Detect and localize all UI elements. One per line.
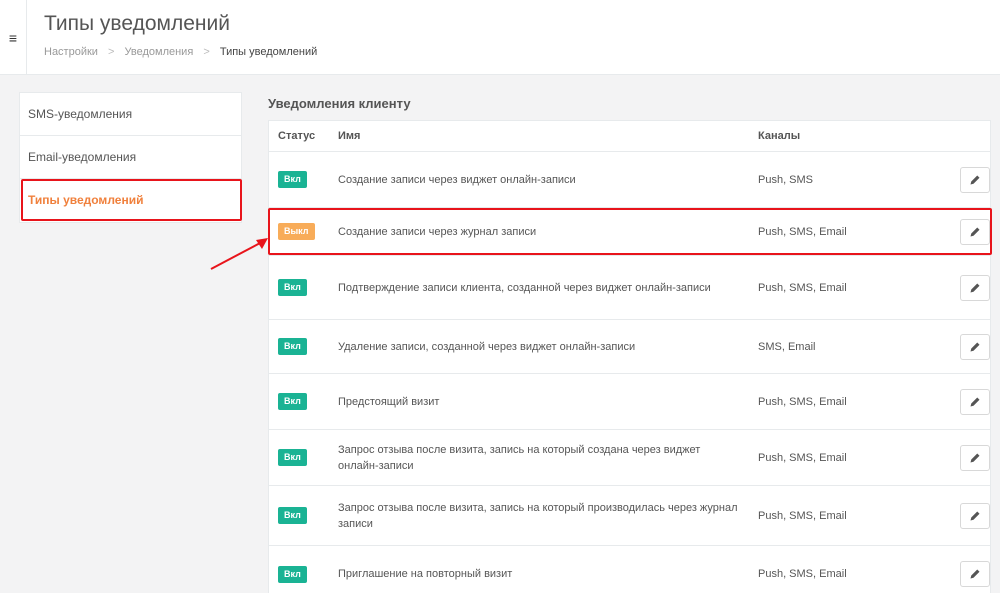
edit-button[interactable] xyxy=(960,502,990,529)
pencil-icon xyxy=(970,511,980,520)
notification-channels: Push, SMS, Email xyxy=(758,281,847,294)
table-row: Вкл Приглашение на повторный визит Push,… xyxy=(269,546,990,593)
notification-channels: SMS, Email xyxy=(758,340,816,353)
edit-button[interactable] xyxy=(960,388,990,415)
notification-channels: Push, SMS, Email xyxy=(758,451,847,464)
pencil-icon xyxy=(970,342,980,351)
table-row: Вкл Удаление записи, созданной через вид… xyxy=(269,320,990,374)
status-badge[interactable]: Вкл xyxy=(278,449,307,466)
status-badge[interactable]: Выкл xyxy=(278,223,315,240)
edit-button[interactable] xyxy=(960,333,990,360)
table-row: Вкл Запрос отзыва после визита, запись н… xyxy=(269,486,990,546)
table-row: Вкл Подтверждение записи клиента, создан… xyxy=(269,256,990,320)
header-channels: Каналы xyxy=(758,130,801,142)
breadcrumb-separator: > xyxy=(203,46,210,58)
notification-name: Создание записи через журнал записи xyxy=(338,225,537,238)
pencil-icon xyxy=(970,569,980,579)
top-bar: ≡ Типы уведомлений Настройки > Уведомлен… xyxy=(0,0,1000,75)
notification-channels: Push, SMS, Email xyxy=(758,395,847,408)
edit-button[interactable] xyxy=(960,218,990,245)
breadcrumb-item-notifications[interactable]: Уведомления xyxy=(125,46,194,58)
edit-button[interactable] xyxy=(960,561,990,587)
section-title: Уведомления клиенту xyxy=(268,96,411,111)
hamburger-icon: ≡ xyxy=(8,29,18,46)
notification-name: Предстоящий визит xyxy=(338,395,440,408)
notification-channels: Push, SMS, Email xyxy=(758,509,847,522)
notification-name: Приглашение на повторный визит xyxy=(338,568,513,580)
breadcrumb-item-current: Типы уведомлений xyxy=(219,46,318,58)
header-name: Имя xyxy=(338,130,361,142)
notification-name: Создание записи через виджет онлайн-запи… xyxy=(338,173,576,186)
table-row: Вкл Предстоящий визит Push, SMS, Email xyxy=(269,374,990,430)
status-badge[interactable]: Вкл xyxy=(278,171,307,188)
breadcrumb: Настройки > Уведомления > Типы уведомлен… xyxy=(44,46,317,58)
edit-button[interactable] xyxy=(960,274,990,301)
table-header: Статус Имя Каналы xyxy=(269,121,990,152)
notifications-table: Статус Имя Каналы Вкл Создание записи че… xyxy=(268,120,991,593)
notification-name: Запрос отзыва после визита, запись на ко… xyxy=(338,443,701,472)
annotation-arrow-icon xyxy=(210,238,268,270)
status-badge[interactable]: Вкл xyxy=(278,279,307,296)
notification-channels: Push, SMS, Email xyxy=(758,568,847,580)
status-badge[interactable]: Вкл xyxy=(278,338,307,355)
hamburger-menu-button[interactable]: ≡ xyxy=(0,0,27,75)
notification-channels: Push, SMS, Email xyxy=(758,225,847,238)
sidebar-item-sms[interactable]: SMS-уведомления xyxy=(20,93,241,136)
settings-sidebar: SMS-уведомления Email-уведомления Типы у… xyxy=(19,92,242,223)
notification-channels: Push, SMS xyxy=(758,173,814,186)
notification-name: Удаление записи, созданной через виджет … xyxy=(338,340,636,353)
status-badge[interactable]: Вкл xyxy=(278,393,307,410)
pencil-icon xyxy=(970,397,980,406)
sidebar-item-notification-types[interactable]: Типы уведомлений xyxy=(20,179,241,222)
status-badge[interactable]: Вкл xyxy=(278,507,307,524)
pencil-icon xyxy=(970,453,980,462)
header-status: Статус xyxy=(278,130,316,142)
edit-button[interactable] xyxy=(960,444,990,471)
pencil-icon xyxy=(970,175,980,184)
table-row: Вкл Запрос отзыва после визита, запись н… xyxy=(269,430,990,486)
pencil-icon xyxy=(970,283,980,292)
breadcrumb-separator: > xyxy=(108,46,115,58)
notification-name: Подтверждение записи клиента, созданной … xyxy=(338,281,711,294)
edit-button[interactable] xyxy=(960,166,990,193)
table-row: Выкл Создание записи через журнал записи… xyxy=(269,208,990,256)
pencil-icon xyxy=(970,227,980,236)
page-title: Типы уведомлений xyxy=(44,12,230,35)
status-badge[interactable]: Вкл xyxy=(278,565,307,583)
sidebar-item-email[interactable]: Email-уведомления xyxy=(20,136,241,179)
breadcrumb-item-settings[interactable]: Настройки xyxy=(44,46,98,58)
table-row: Вкл Создание записи через виджет онлайн-… xyxy=(269,152,990,208)
notification-name: Запрос отзыва после визита, запись на ко… xyxy=(338,501,738,530)
